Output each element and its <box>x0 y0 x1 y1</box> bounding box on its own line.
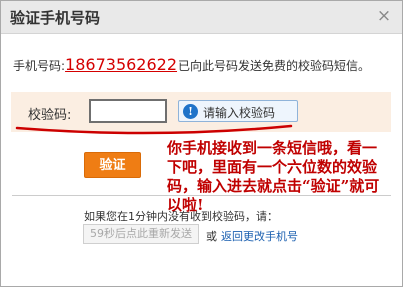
dialog-title: 验证手机号码 <box>10 9 101 27</box>
change-phone-link[interactable]: 返回更改手机号 <box>221 228 298 244</box>
divider <box>12 195 391 196</box>
code-hint-tooltip: ! 请输入校验码 <box>178 100 298 122</box>
verification-code-input[interactable] <box>89 99 167 123</box>
annotation-underline <box>15 124 293 135</box>
phone-number: 18673562622 <box>65 55 178 74</box>
or-text: 或 <box>206 230 217 243</box>
code-hint-text: 请输入校验码 <box>203 106 276 120</box>
resend-button[interactable]: 59秒后点此重新发送 <box>83 224 199 244</box>
verify-phone-dialog: 验证手机号码 × 手机号码:18673562622已向此号码发送免费的校验码短信… <box>0 0 403 287</box>
verify-button[interactable]: 验证 <box>84 152 141 178</box>
resend-info-text: 如果您在1分钟内没有收到校验码，请： <box>84 210 278 223</box>
phone-info-line: 手机号码:18673562622已向此号码发送免费的校验码短信。 <box>13 55 370 74</box>
info-icon: ! <box>183 104 198 119</box>
annotation-note: 你手机接收到一条短信哦，看一下吧，里面有一个六位数的效验码，输入进去就点击“验证… <box>167 139 380 214</box>
close-icon[interactable]: × <box>376 6 392 26</box>
phone-sent-notice: 已向此号码发送免费的校验码短信。 <box>178 59 371 73</box>
dialog-titlebar: 验证手机号码 × <box>1 1 402 34</box>
phone-label: 手机号码: <box>13 59 66 73</box>
code-label: 校验码: <box>28 108 72 123</box>
